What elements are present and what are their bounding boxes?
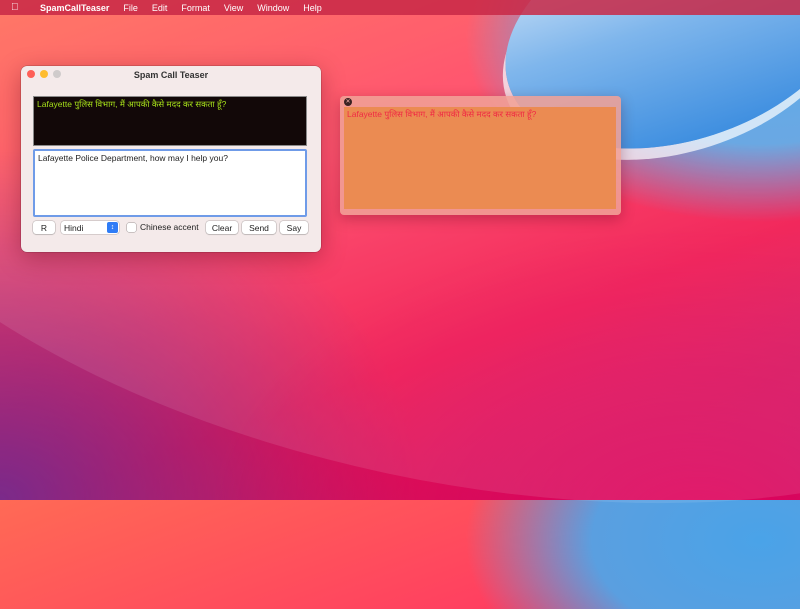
menu-format[interactable]: Format bbox=[174, 3, 217, 13]
zoom-window-button[interactable] bbox=[53, 70, 61, 78]
say-button[interactable]: Say bbox=[280, 221, 308, 234]
r-button[interactable]: R bbox=[33, 221, 55, 234]
menu-edit[interactable]: Edit bbox=[145, 3, 175, 13]
window-title: Spam Call Teaser bbox=[133, 69, 209, 80]
apple-icon[interactable]:  bbox=[11, 2, 25, 13]
menu-file[interactable]: File bbox=[116, 3, 145, 13]
translated-output-text: Lafayette पुलिस विभाग, मैं आपकी कैसे मदद… bbox=[33, 96, 307, 146]
chinese-accent-checkbox[interactable] bbox=[127, 223, 136, 232]
chinese-accent-label: Chinese accent bbox=[140, 222, 199, 232]
floating-display-panel: ✕ Lafayette पुलिस विभाग, मैं आपकी कैसे म… bbox=[340, 96, 621, 215]
chevron-updown-icon: ↕ bbox=[107, 222, 118, 233]
main-window: Spam Call Teaser Lafayette पुलिस विभाग, … bbox=[21, 66, 321, 252]
menu-help[interactable]: Help bbox=[296, 3, 329, 13]
menu-app-name[interactable]: SpamCallTeaser bbox=[33, 3, 116, 13]
title-bar[interactable]: Spam Call Teaser bbox=[21, 66, 321, 83]
clear-button[interactable]: Clear bbox=[206, 221, 238, 234]
controls-row: R Hindi ↕ Chinese accent Clear Send Say bbox=[33, 221, 309, 236]
menu-view[interactable]: View bbox=[217, 3, 250, 13]
menu-bar:  SpamCallTeaser File Edit Format View W… bbox=[0, 0, 800, 15]
panel-text: Lafayette पुलिस विभाग, मैं आपकी कैसे मदद… bbox=[344, 107, 616, 209]
language-select-value: Hindi bbox=[64, 222, 84, 233]
close-icon[interactable]: ✕ bbox=[344, 98, 352, 106]
language-select[interactable]: Hindi ↕ bbox=[61, 221, 119, 234]
input-text-area[interactable]: Lafayette Police Department, how may I h… bbox=[33, 149, 307, 217]
traffic-lights bbox=[27, 70, 61, 78]
menu-window[interactable]: Window bbox=[250, 3, 296, 13]
send-button[interactable]: Send bbox=[242, 221, 276, 234]
minimize-window-button[interactable] bbox=[40, 70, 48, 78]
close-window-button[interactable] bbox=[27, 70, 35, 78]
